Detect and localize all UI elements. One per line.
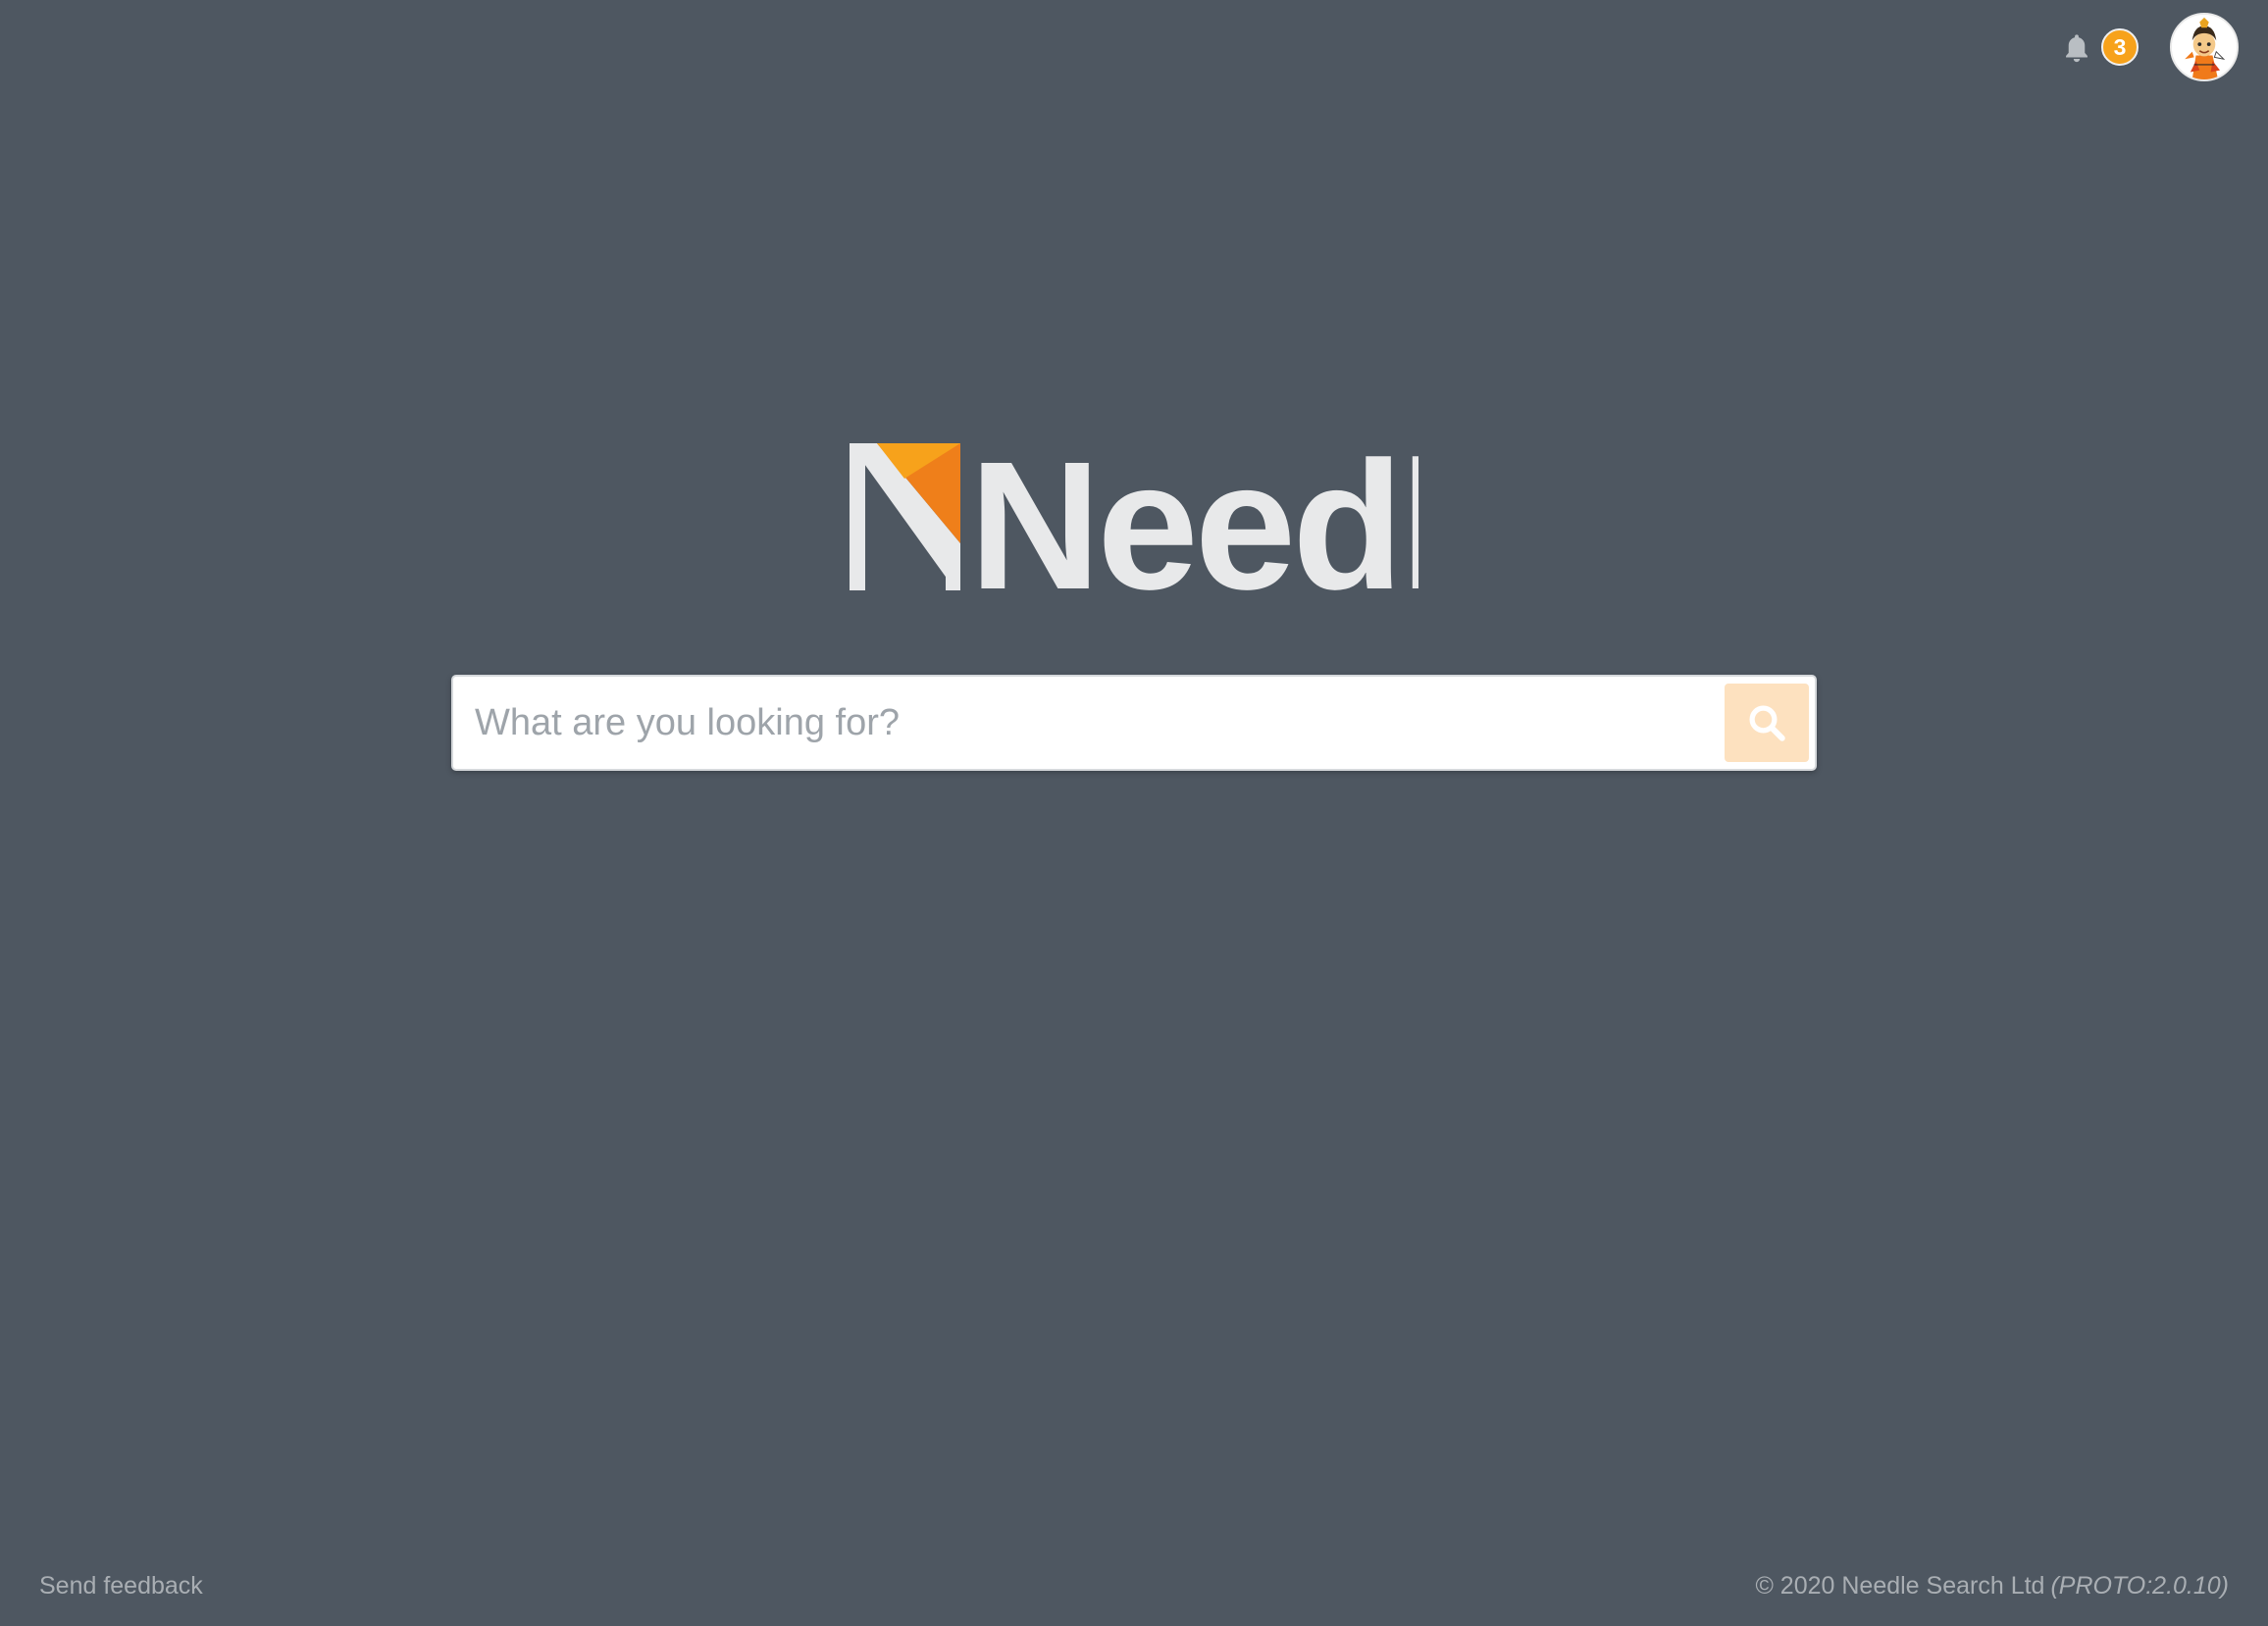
home-page: 3 Need What are you looking for? Send fe… bbox=[0, 0, 2268, 1626]
bell-icon bbox=[2066, 34, 2088, 63]
user-avatar[interactable] bbox=[2170, 13, 2239, 81]
logo-wordmark: Needle bbox=[969, 441, 1418, 590]
search-button[interactable] bbox=[1725, 684, 1809, 762]
search-bar bbox=[451, 675, 1817, 771]
needle-logo: Needle bbox=[850, 441, 1418, 590]
copyright-notice: © 2020 Needle Search Ltd (PROTO:2.0.10) bbox=[1755, 1572, 2229, 1601]
send-feedback-link[interactable]: Send feedback bbox=[39, 1572, 203, 1601]
needle-logo-mark: Needle bbox=[850, 441, 1418, 590]
notifications-button[interactable]: 3 bbox=[2062, 28, 2139, 66]
notification-count-badge: 3 bbox=[2101, 28, 2139, 66]
version-text: (PROTO:2.0.10) bbox=[2050, 1572, 2229, 1600]
top-right-header: 3 bbox=[2062, 10, 2239, 84]
copyright-text: © 2020 Needle Search Ltd bbox=[1755, 1572, 2045, 1600]
search-icon bbox=[1749, 705, 1785, 741]
avatar-image bbox=[2172, 15, 2237, 79]
search-input[interactable] bbox=[475, 685, 1711, 761]
